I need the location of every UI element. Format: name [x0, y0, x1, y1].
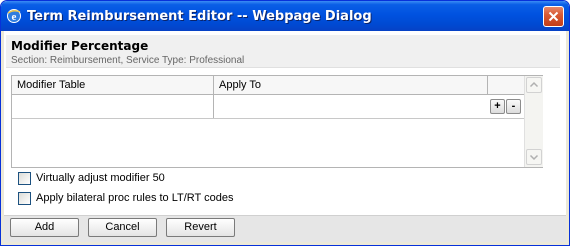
add-row-button[interactable]: +: [490, 99, 505, 114]
section-subtitle: Section: Reimbursement, Service Type: Pr…: [11, 55, 245, 66]
modifier-grid: Modifier Table Apply To + -: [11, 75, 543, 168]
grid-header: Modifier Table Apply To: [12, 76, 487, 95]
button-bar: Add Cancel Revert: [4, 215, 566, 242]
chevron-down-icon: [529, 154, 539, 161]
dialog-window: e Term Reimbursement Editor -- Webpage D…: [0, 0, 570, 246]
close-button[interactable]: [543, 6, 564, 27]
dialog-content: Modifier Percentage Section: Reimburseme…: [4, 31, 566, 242]
window-title: Term Reimbursement Editor -- Webpage Dia…: [27, 9, 372, 24]
chevron-up-icon: [529, 81, 539, 88]
page-title: Modifier Percentage: [11, 39, 149, 53]
checkbox-label: Virtually adjust modifier 50: [36, 172, 165, 184]
section-header: Modifier Percentage Section: Reimburseme…: [6, 35, 560, 68]
cancel-button[interactable]: Cancel: [88, 218, 157, 237]
checkbox[interactable]: [18, 172, 31, 185]
table-row[interactable]: [12, 95, 487, 119]
scroll-up-button[interactable]: [526, 77, 542, 93]
vertical-scrollbar[interactable]: [524, 76, 543, 167]
row-actions: + -: [487, 95, 524, 119]
ie-icon: e: [7, 9, 21, 23]
title-bar[interactable]: e Term Reimbursement Editor -- Webpage D…: [1, 1, 569, 31]
remove-row-button[interactable]: -: [506, 99, 521, 114]
checkbox[interactable]: [18, 192, 31, 205]
revert-button[interactable]: Revert: [166, 218, 235, 237]
column-header-apply-to[interactable]: Apply To: [219, 79, 261, 91]
scroll-down-button[interactable]: [526, 149, 542, 165]
svg-text:e: e: [12, 11, 17, 23]
grid-header-actions: [487, 76, 524, 95]
column-header-modifier-table[interactable]: Modifier Table: [17, 79, 85, 91]
add-button[interactable]: Add: [10, 218, 79, 237]
close-icon: [548, 11, 559, 22]
checkbox-label: Apply bilateral proc rules to LT/RT code…: [36, 192, 234, 204]
